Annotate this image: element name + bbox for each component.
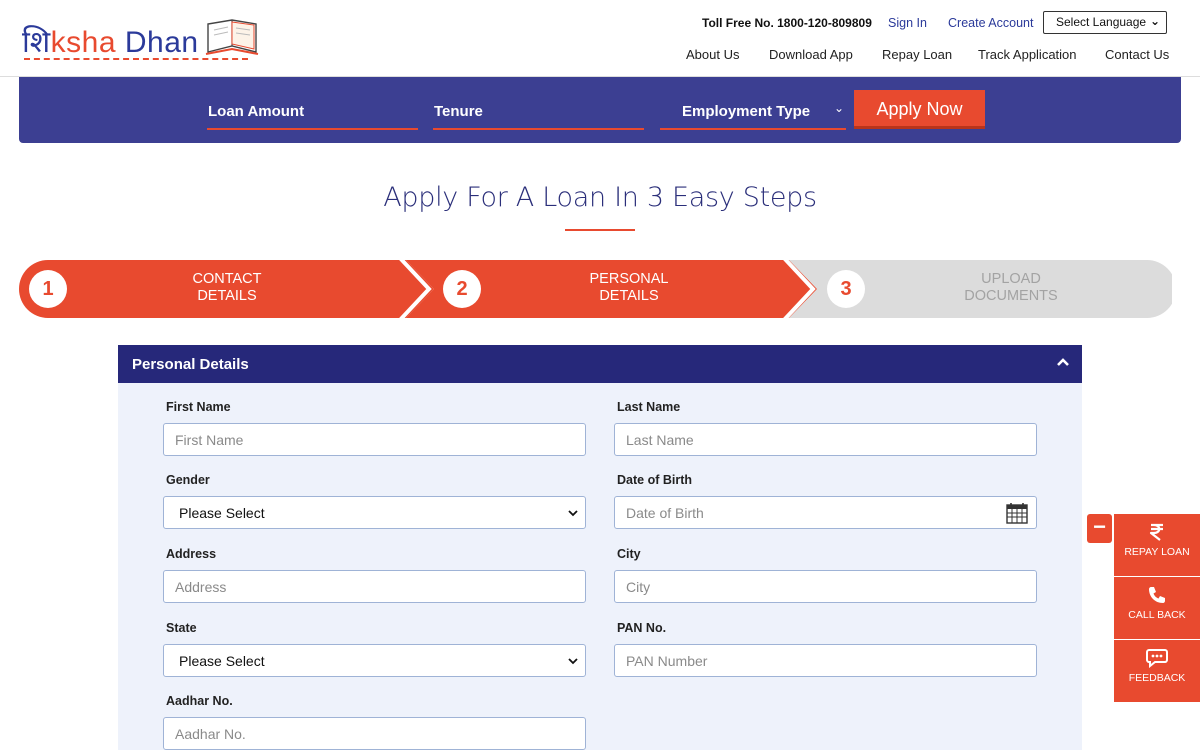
- progress-steps: 1 CONTACT DETAILS 2 PERSONAL DETAILS 3 U…: [19, 260, 1172, 318]
- nav-about-us[interactable]: About Us: [686, 47, 739, 62]
- logo-ksha: ksha: [50, 26, 117, 59]
- first-name-input[interactable]: First Name: [163, 423, 586, 456]
- first-name-label: First Name: [166, 400, 231, 414]
- nav-contact-us[interactable]: Contact Us: [1105, 47, 1169, 62]
- state-select-value: Please Select: [179, 653, 265, 669]
- step-1-line2: DETAILS: [197, 288, 257, 304]
- toll-free-number: Toll Free No. 1800-120-809809: [702, 16, 872, 30]
- phone-icon: [1149, 587, 1165, 603]
- apply-now-button[interactable]: Apply Now: [854, 90, 985, 129]
- last-name-input[interactable]: Last Name: [614, 423, 1037, 456]
- pan-label: PAN No.: [617, 621, 667, 635]
- tenure-input[interactable]: Tenure: [433, 103, 644, 130]
- aadhar-label: Aadhar No.: [166, 694, 233, 708]
- gender-select[interactable]: Please Select: [163, 496, 586, 529]
- loan-amount-input[interactable]: Loan Amount: [207, 103, 418, 130]
- step-3-number: 3: [827, 270, 865, 308]
- address-input[interactable]: Address: [163, 570, 586, 603]
- book-icon: [205, 19, 259, 55]
- step-3-label: UPLOAD DOCUMENTS: [911, 271, 1111, 305]
- step-1-number: 1: [29, 270, 67, 308]
- aadhar-input[interactable]: Aadhar No.: [163, 717, 586, 750]
- quick-loan-bar: Loan Amount Tenure Employment Type ⌄ App…: [19, 77, 1181, 143]
- sign-in-link[interactable]: Sign In: [888, 16, 927, 30]
- nav-repay-loan[interactable]: Repay Loan: [882, 47, 952, 62]
- step-2-number: 2: [443, 270, 481, 308]
- nav-track-application[interactable]: Track Application: [978, 47, 1077, 62]
- logo-dhan: Dhan: [116, 26, 199, 59]
- address-label: Address: [166, 547, 217, 561]
- chat-icon: [1146, 649, 1168, 668]
- feedback-side-label: FEEDBACK: [1128, 672, 1186, 684]
- tenure-label: Tenure: [434, 103, 483, 120]
- dob-input[interactable]: Date of Birth: [614, 496, 1037, 529]
- call-back-side-label: CALL BACK: [1128, 609, 1186, 621]
- create-account-link[interactable]: Create Account: [948, 16, 1033, 30]
- step-3-line2: DOCUMENTS: [964, 288, 1058, 304]
- personal-details-panel: Personal Details First Name First Name L…: [118, 345, 1082, 750]
- pan-input[interactable]: PAN Number: [614, 644, 1037, 677]
- dob-placeholder: Date of Birth: [626, 505, 704, 521]
- gender-select-value: Please Select: [179, 505, 265, 521]
- call-back-side-button[interactable]: CALL BACK: [1114, 577, 1200, 639]
- repay-loan-side-label: REPAY LOAN: [1124, 546, 1190, 558]
- nav-download-app[interactable]: Download App: [769, 47, 853, 62]
- title-underline: [565, 229, 635, 231]
- step-1-line1: CONTACT: [192, 271, 262, 287]
- feedback-side-button[interactable]: FEEDBACK: [1114, 640, 1200, 702]
- state-label: State: [166, 621, 197, 635]
- page-title: Apply For A Loan In 3 Easy Steps: [383, 182, 817, 213]
- side-widget-collapse-button[interactable]: −: [1087, 514, 1112, 543]
- logo-text: शिksha Dhan: [22, 20, 199, 61]
- chevron-down-icon: ⌄: [833, 101, 844, 115]
- employment-type-label: Employment Type: [682, 103, 811, 120]
- step-3-line1: UPLOAD: [981, 271, 1041, 287]
- step-1-label: CONTACT DETAILS: [127, 271, 327, 305]
- chevron-down-icon: [568, 658, 578, 665]
- employment-type-select[interactable]: Employment Type ⌄: [660, 101, 846, 130]
- gender-label: Gender: [166, 473, 210, 487]
- shiksha-dhan-logo[interactable]: शिksha Dhan: [22, 14, 262, 64]
- last-name-label: Last Name: [617, 400, 681, 414]
- city-input[interactable]: City: [614, 570, 1037, 603]
- panel-title: Personal Details: [132, 356, 249, 373]
- step-2-line2: DETAILS: [599, 288, 659, 304]
- loan-amount-label: Loan Amount: [208, 103, 305, 120]
- city-label: City: [617, 547, 641, 561]
- logo-devanagari: शि: [22, 26, 51, 59]
- chevron-down-icon: ⌄: [1149, 14, 1160, 28]
- language-select[interactable]: Select Language ⌄: [1043, 11, 1167, 34]
- state-select[interactable]: Please Select: [163, 644, 586, 677]
- dob-label: Date of Birth: [617, 473, 692, 487]
- calendar-icon[interactable]: [1006, 502, 1028, 524]
- step-2-line1: PERSONAL: [589, 271, 669, 287]
- step-2-label: PERSONAL DETAILS: [529, 271, 729, 305]
- repay-loan-side-button[interactable]: REPAY LOAN: [1114, 514, 1200, 576]
- chevron-down-icon: [568, 510, 578, 517]
- logo-underline: [24, 58, 248, 60]
- panel-header[interactable]: Personal Details: [118, 345, 1082, 383]
- language-select-value: Select Language: [1056, 15, 1147, 29]
- site-header: शिksha Dhan Toll Free No. 1800-120-80980…: [0, 0, 1200, 77]
- rupee-icon: [1149, 523, 1163, 541]
- chevron-up-icon[interactable]: [1056, 355, 1070, 369]
